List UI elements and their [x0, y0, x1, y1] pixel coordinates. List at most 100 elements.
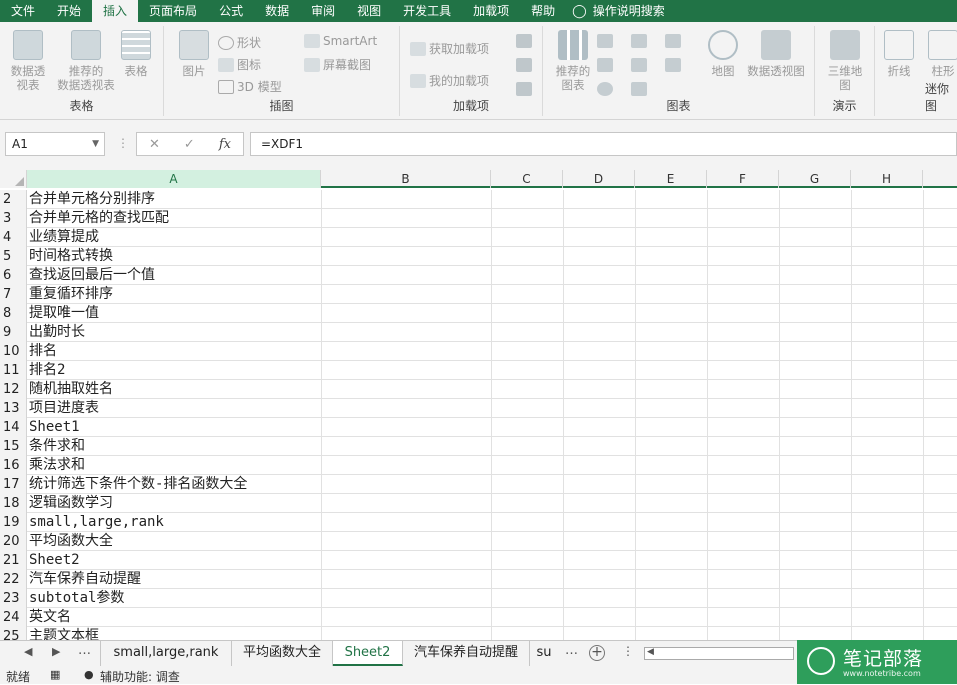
cell-a[interactable]: Sheet1 [27, 418, 321, 437]
formula-input[interactable]: =XDF1 [250, 132, 957, 156]
horizontal-scrollbar[interactable]: ◀ [644, 647, 794, 660]
row-header[interactable]: 14 [0, 418, 27, 437]
icons-button[interactable]: 图标 [218, 56, 261, 73]
bing-maps-button[interactable] [516, 34, 532, 48]
row-header[interactable]: 13 [0, 399, 27, 418]
column-header-h[interactable]: H [851, 170, 923, 188]
cell-a[interactable]: 提取唯一值 [27, 304, 321, 323]
column-header-e[interactable]: E [635, 170, 707, 188]
3d-models-button[interactable]: 3D 模型 [218, 78, 282, 95]
cell-a[interactable]: 合并单元格的查找匹配 [27, 209, 321, 228]
column-header-f[interactable]: F [707, 170, 779, 188]
tab-addins[interactable]: 加载项 [462, 0, 520, 22]
get-addins-button[interactable]: 获取加载项 [410, 40, 489, 57]
stat-chart-button[interactable] [631, 58, 647, 72]
column-header-a[interactable]: A [27, 170, 321, 188]
sheet-tab-small-large-rank[interactable]: small,large,rank [100, 641, 232, 666]
3d-map-button[interactable]: 三维地 图 [821, 30, 869, 92]
accessibility-status[interactable]: 辅助功能: 调查 [100, 668, 180, 685]
cell-a[interactable]: Sheet2 [27, 551, 321, 570]
row-header[interactable]: 20 [0, 532, 27, 551]
row-header[interactable]: 8 [0, 304, 27, 323]
row-header[interactable]: 6 [0, 266, 27, 285]
sheet-tab-car-maintenance[interactable]: 汽车保养自动提醒 [403, 641, 530, 666]
pie-chart-button[interactable] [597, 82, 613, 96]
row-header[interactable]: 5 [0, 247, 27, 266]
row-header[interactable]: 23 [0, 589, 27, 608]
tell-me-search[interactable]: 操作说明搜索 [591, 0, 676, 22]
tab-formulas[interactable]: 公式 [208, 0, 254, 22]
cell-a[interactable]: 乘法求和 [27, 456, 321, 475]
column-header-d[interactable]: D [563, 170, 635, 188]
combo-chart-button[interactable] [665, 58, 681, 72]
sheet-tab-su[interactable]: su [530, 641, 558, 666]
tab-file[interactable]: 文件 [0, 0, 46, 22]
recommended-pivot-button[interactable]: 推荐的 数据透视表 [56, 30, 116, 92]
cell-a[interactable]: 合并单元格分别排序 [27, 190, 321, 209]
row-header[interactable]: 16 [0, 456, 27, 475]
tab-home[interactable]: 开始 [46, 0, 92, 22]
cell-a[interactable]: subtotal参数 [27, 589, 321, 608]
cell-a[interactable]: 排名2 [27, 361, 321, 380]
row-header[interactable]: 10 [0, 342, 27, 361]
tab-data[interactable]: 数据 [254, 0, 300, 22]
column-header-b[interactable]: B [321, 170, 491, 188]
cancel-icon[interactable]: ✕ [149, 137, 160, 152]
more-sheets-left-icon[interactable]: … [78, 643, 91, 658]
chevron-down-icon[interactable]: ▼ [92, 133, 99, 155]
smartart-button[interactable]: SmartArt [304, 34, 377, 48]
sparkline-line-button[interactable]: 折线 [879, 30, 919, 78]
row-header[interactable]: 4 [0, 228, 27, 247]
row-header[interactable]: 2 [0, 190, 27, 209]
tab-page-layout[interactable]: 页面布局 [138, 0, 208, 22]
shapes-button[interactable]: 形状 [218, 34, 261, 51]
sheet-tab-sheet2[interactable]: Sheet2 [333, 641, 403, 666]
row-header[interactable]: 9 [0, 323, 27, 342]
row-header[interactable]: 19 [0, 513, 27, 532]
scatter-chart-button[interactable] [631, 82, 647, 96]
hierarchy-chart-button[interactable] [631, 34, 647, 48]
cell-a[interactable]: 重复循环排序 [27, 285, 321, 304]
row-header[interactable]: 24 [0, 608, 27, 627]
row-header[interactable]: 18 [0, 494, 27, 513]
add-sheet-button[interactable]: + [589, 645, 605, 661]
cell-a[interactable]: 出勤时长 [27, 323, 321, 342]
row-header[interactable]: 21 [0, 551, 27, 570]
picture-button[interactable]: 图片 [170, 30, 218, 78]
tab-insert[interactable]: 插入 [92, 0, 139, 22]
row-header[interactable]: 7 [0, 285, 27, 304]
macro-record-icon[interactable]: ▦ [50, 668, 60, 681]
screenshot-button[interactable]: 屏幕截图 [304, 56, 371, 73]
row-header[interactable]: 22 [0, 570, 27, 589]
more-sheets-right-icon[interactable]: … [565, 643, 578, 658]
cell-a[interactable]: 条件求和 [27, 437, 321, 456]
cell-a[interactable]: 主题文本框 [27, 627, 321, 640]
scroll-left-icon[interactable]: ◀ [647, 647, 654, 657]
tab-view[interactable]: 视图 [346, 0, 392, 22]
row-header[interactable]: 15 [0, 437, 27, 456]
tab-help[interactable]: 帮助 [520, 0, 566, 22]
cell-a[interactable]: 平均函数大全 [27, 532, 321, 551]
cell-a[interactable]: 业绩算提成 [27, 228, 321, 247]
people-graph-button[interactable] [516, 58, 532, 72]
recommended-charts-button[interactable]: 推荐的 图表 [549, 30, 597, 92]
cell-a[interactable]: 时间格式转换 [27, 247, 321, 266]
visio-button[interactable] [516, 82, 532, 96]
cell-a[interactable]: 随机抽取姓名 [27, 380, 321, 399]
select-all-corner[interactable] [0, 170, 27, 188]
cell-a[interactable]: 逻辑函数学习 [27, 494, 321, 513]
line-chart-button[interactable] [597, 58, 613, 72]
pivot-table-button[interactable]: 数据透 视表 [4, 30, 52, 92]
map-chart-button[interactable]: 地图 [699, 30, 747, 78]
row-header[interactable]: 11 [0, 361, 27, 380]
column-header-c[interactable]: C [491, 170, 563, 188]
cell-a[interactable]: 统计筛选下条件个数-排名函数大全 [27, 475, 321, 494]
name-box[interactable]: A1 ▼ [5, 132, 105, 156]
tab-developer[interactable]: 开发工具 [392, 0, 462, 22]
row-header[interactable]: 25 [0, 627, 27, 640]
waterfall-chart-button[interactable] [665, 34, 681, 48]
cell-a[interactable]: 英文名 [27, 608, 321, 627]
cell-a[interactable]: 项目进度表 [27, 399, 321, 418]
cell-a[interactable]: 汽车保养自动提醒 [27, 570, 321, 589]
pivot-chart-button[interactable]: 数据透视图 [743, 30, 809, 78]
